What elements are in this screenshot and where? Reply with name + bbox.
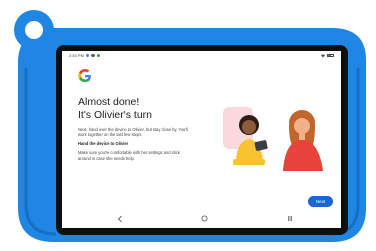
parent-and-child-illustration: [223, 107, 323, 171]
battery-icon: [327, 53, 334, 58]
status-time: 2:53 PM: [69, 53, 84, 58]
description: Next, hand over the device to Olivier, b…: [78, 127, 188, 165]
tablet-screen: 2:53 PM Almost done! It's Olivier's turn…: [59, 48, 344, 231]
google-g-logo: [78, 69, 91, 83]
wifi-icon: [321, 53, 325, 58]
description-paragraph: Make sure you're comfortable with her se…: [78, 150, 180, 161]
next-button[interactable]: Next: [308, 196, 333, 207]
page-title: Almost done! It's Olivier's turn: [78, 96, 228, 121]
back-icon[interactable]: [117, 215, 123, 223]
home-icon[interactable]: [201, 215, 208, 222]
notification-icon: [91, 53, 95, 58]
title-line-1: Almost done!: [78, 96, 140, 108]
description-subheading: Hand the device to Olivier: [78, 141, 129, 147]
status-bar: 2:53 PM: [62, 51, 341, 60]
title-line-2: It's Olivier's turn: [78, 108, 153, 121]
notification-icon: [85, 53, 90, 58]
description-paragraph: Next, hand over the device to Olivier, b…: [78, 127, 188, 138]
recents-icon[interactable]: [287, 215, 293, 222]
navigation-bar: [62, 210, 341, 228]
notification-icon: [96, 53, 101, 58]
